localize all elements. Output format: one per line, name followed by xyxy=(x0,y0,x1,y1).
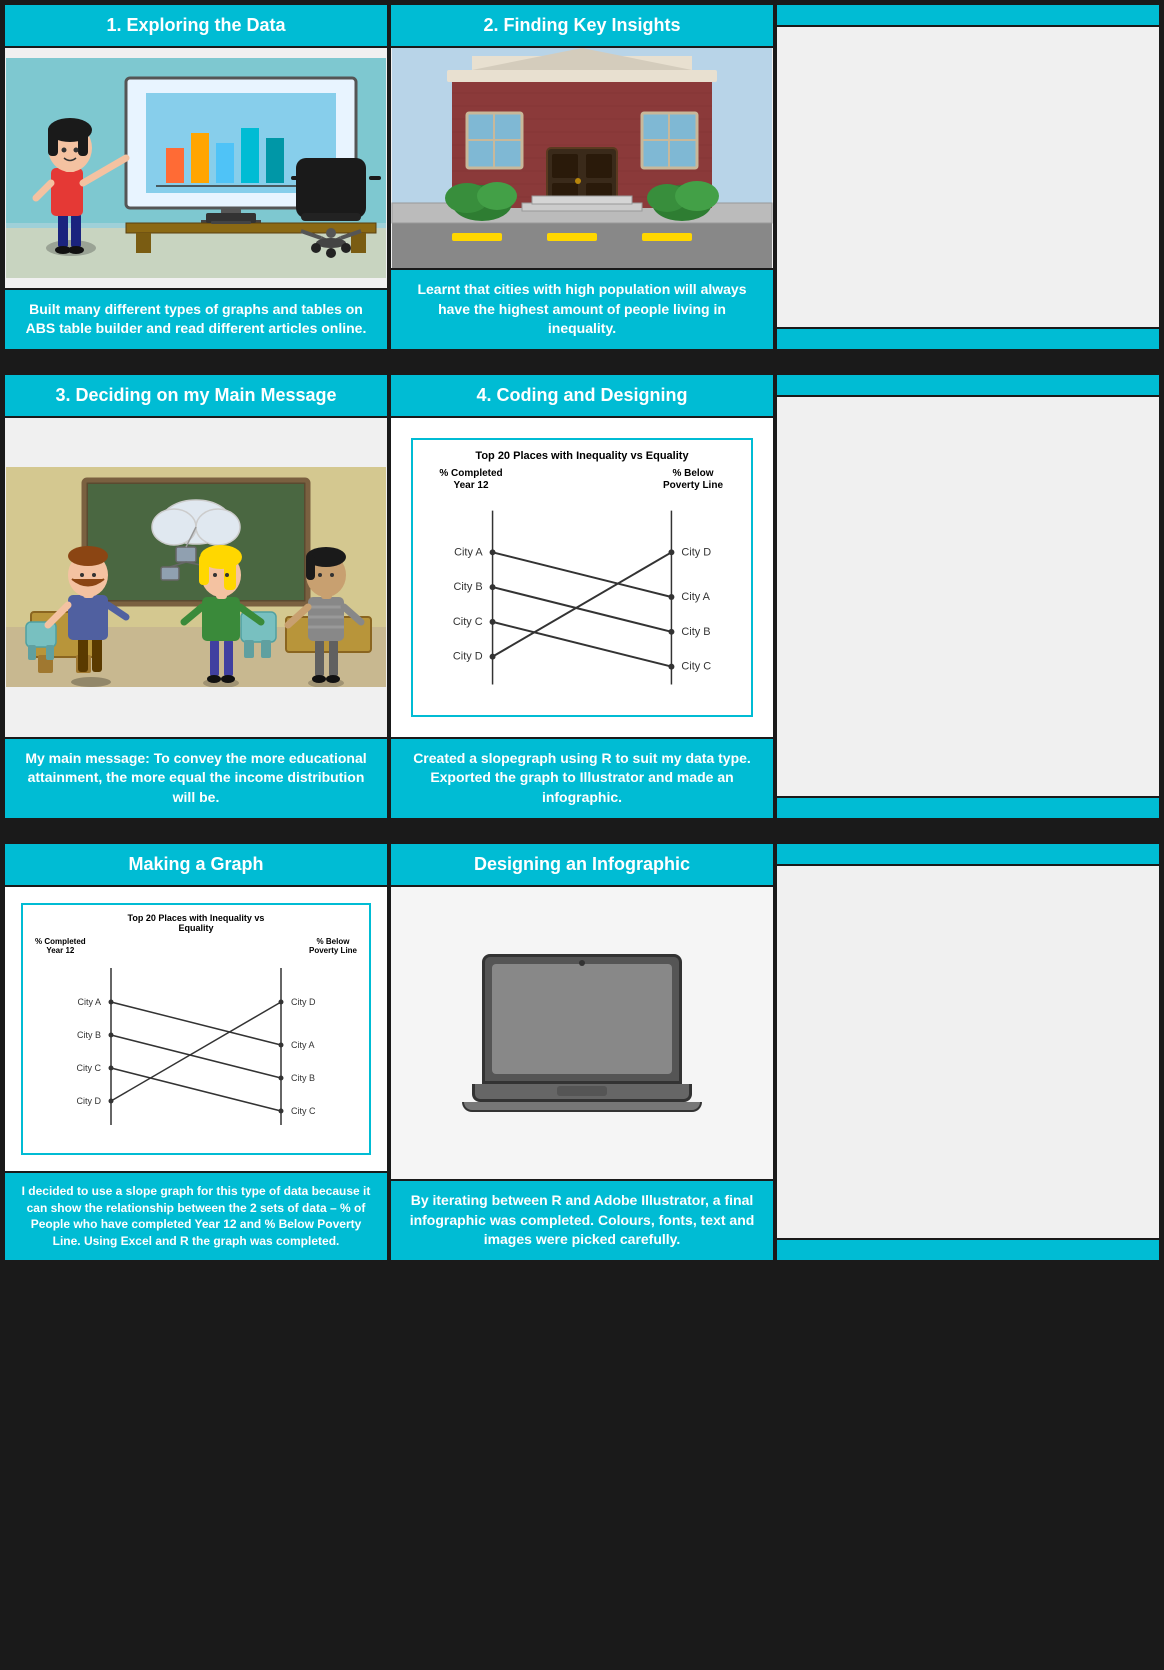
small-right-header: % BelowPoverty Line xyxy=(309,937,357,956)
cell-making-graph: Making a Graph Top 20 Places with Inequa… xyxy=(3,842,389,1262)
cell-9-header xyxy=(777,844,1159,866)
section-3: Making a Graph Top 20 Places with Inequa… xyxy=(0,839,1164,1265)
cell-1-header: 1. Exploring the Data xyxy=(5,5,387,48)
cell-finding-insights: 2. Finding Key Insights xyxy=(389,3,775,351)
laptop-illustration xyxy=(462,954,702,1112)
cell-9-image xyxy=(777,866,1159,1238)
laptop-base xyxy=(472,1084,692,1102)
cell-2-image xyxy=(391,48,773,268)
svg-text:City C: City C xyxy=(77,1063,102,1073)
svg-text:City A: City A xyxy=(77,997,101,1007)
svg-text:City A: City A xyxy=(681,591,710,603)
svg-text:City D: City D xyxy=(77,1096,102,1106)
section-gap-1 xyxy=(0,362,1164,370)
cell-coding-designing: 4. Coding and Designing Top 20 Places wi… xyxy=(389,373,775,820)
cell-3-caption xyxy=(777,327,1159,349)
laptop-screen xyxy=(482,954,682,1084)
laptop-scene xyxy=(391,887,773,1180)
explore-scene-svg xyxy=(5,58,387,278)
cell-1-caption: Built many different types of graphs and… xyxy=(5,288,387,349)
cell-2-header: 2. Finding Key Insights xyxy=(391,5,773,48)
cell-4-header: 3. Deciding on my Main Message xyxy=(5,375,387,418)
svg-text:City D: City D xyxy=(681,546,711,558)
section-gap-2 xyxy=(0,831,1164,839)
laptop-bottom xyxy=(462,1102,702,1112)
svg-text:City A: City A xyxy=(291,1040,315,1050)
cell-4-image xyxy=(5,418,387,737)
slope-graph-small-title: Top 20 Places with Inequality vsEquality xyxy=(31,913,361,933)
slope-right-header: % Below Poverty Line xyxy=(653,468,733,492)
slope-graph-title: Top 20 Places with Inequality vs Equalit… xyxy=(423,450,741,462)
cell-9-caption xyxy=(777,1238,1159,1260)
cell-6-empty xyxy=(775,373,1161,820)
svg-text:City B: City B xyxy=(681,626,710,638)
insights-scene-svg xyxy=(391,48,773,268)
laptop-camera xyxy=(579,960,585,966)
cell-designing-infographic: Designing an Infographic xyxy=(389,842,775,1262)
svg-text:City C: City C xyxy=(681,660,711,672)
slope-svg-small: City A City B City C City D City D City … xyxy=(31,960,361,1140)
svg-text:City D: City D xyxy=(453,650,483,662)
svg-text:City B: City B xyxy=(77,1030,101,1040)
cell-main-message: 3. Deciding on my Main Message xyxy=(3,373,389,820)
laptop-touchpad xyxy=(557,1086,607,1096)
cell-2-caption: Learnt that cities with high population … xyxy=(391,268,773,349)
cell-6-image xyxy=(777,397,1159,796)
small-left-header: % CompletedYear 12 xyxy=(35,937,86,956)
cell-1-image xyxy=(5,48,387,288)
laptop-display xyxy=(492,964,672,1074)
svg-text:City C: City C xyxy=(453,616,483,628)
cell-8-caption: By iterating between R and Adobe Illustr… xyxy=(391,1179,773,1260)
slope-graph-large: Top 20 Places with Inequality vs Equalit… xyxy=(411,438,753,717)
svg-text:City B: City B xyxy=(453,581,482,593)
svg-text:City D: City D xyxy=(291,997,316,1007)
cell-6-header xyxy=(777,375,1159,397)
section-1: 1. Exploring the Data xyxy=(0,0,1164,354)
svg-text:City A: City A xyxy=(454,546,483,558)
cell-3-image xyxy=(777,27,1159,327)
cell-9-empty xyxy=(775,842,1161,1262)
slope-graph-small: Top 20 Places with Inequality vsEquality… xyxy=(21,903,371,1155)
cell-3-header xyxy=(777,5,1159,27)
cell-4-caption: My main message: To convey the more educ… xyxy=(5,737,387,818)
cell-5-caption: Created a slopegraph using R to suit my … xyxy=(391,737,773,818)
cell-5-image: Top 20 Places with Inequality vs Equalit… xyxy=(391,418,773,737)
cell-exploring-data: 1. Exploring the Data xyxy=(3,3,389,351)
classroom-scene-svg xyxy=(5,467,387,687)
cell-7-header: Making a Graph xyxy=(5,844,387,887)
svg-text:City B: City B xyxy=(291,1073,315,1083)
cell-7-image: Top 20 Places with Inequality vsEquality… xyxy=(5,887,387,1171)
cell-8-image xyxy=(391,887,773,1180)
cell-8-header: Designing an Infographic xyxy=(391,844,773,887)
slope-svg-large: City A City B City C City D City D City … xyxy=(423,500,741,700)
section-2: 3. Deciding on my Main Message xyxy=(0,370,1164,823)
cell-7-caption: I decided to use a slope graph for this … xyxy=(5,1171,387,1260)
slope-left-header: % Completed Year 12 xyxy=(431,468,511,492)
cell-3-empty xyxy=(775,3,1161,351)
svg-text:City C: City C xyxy=(291,1106,316,1116)
cell-6-caption xyxy=(777,796,1159,818)
cell-5-header: 4. Coding and Designing xyxy=(391,375,773,418)
